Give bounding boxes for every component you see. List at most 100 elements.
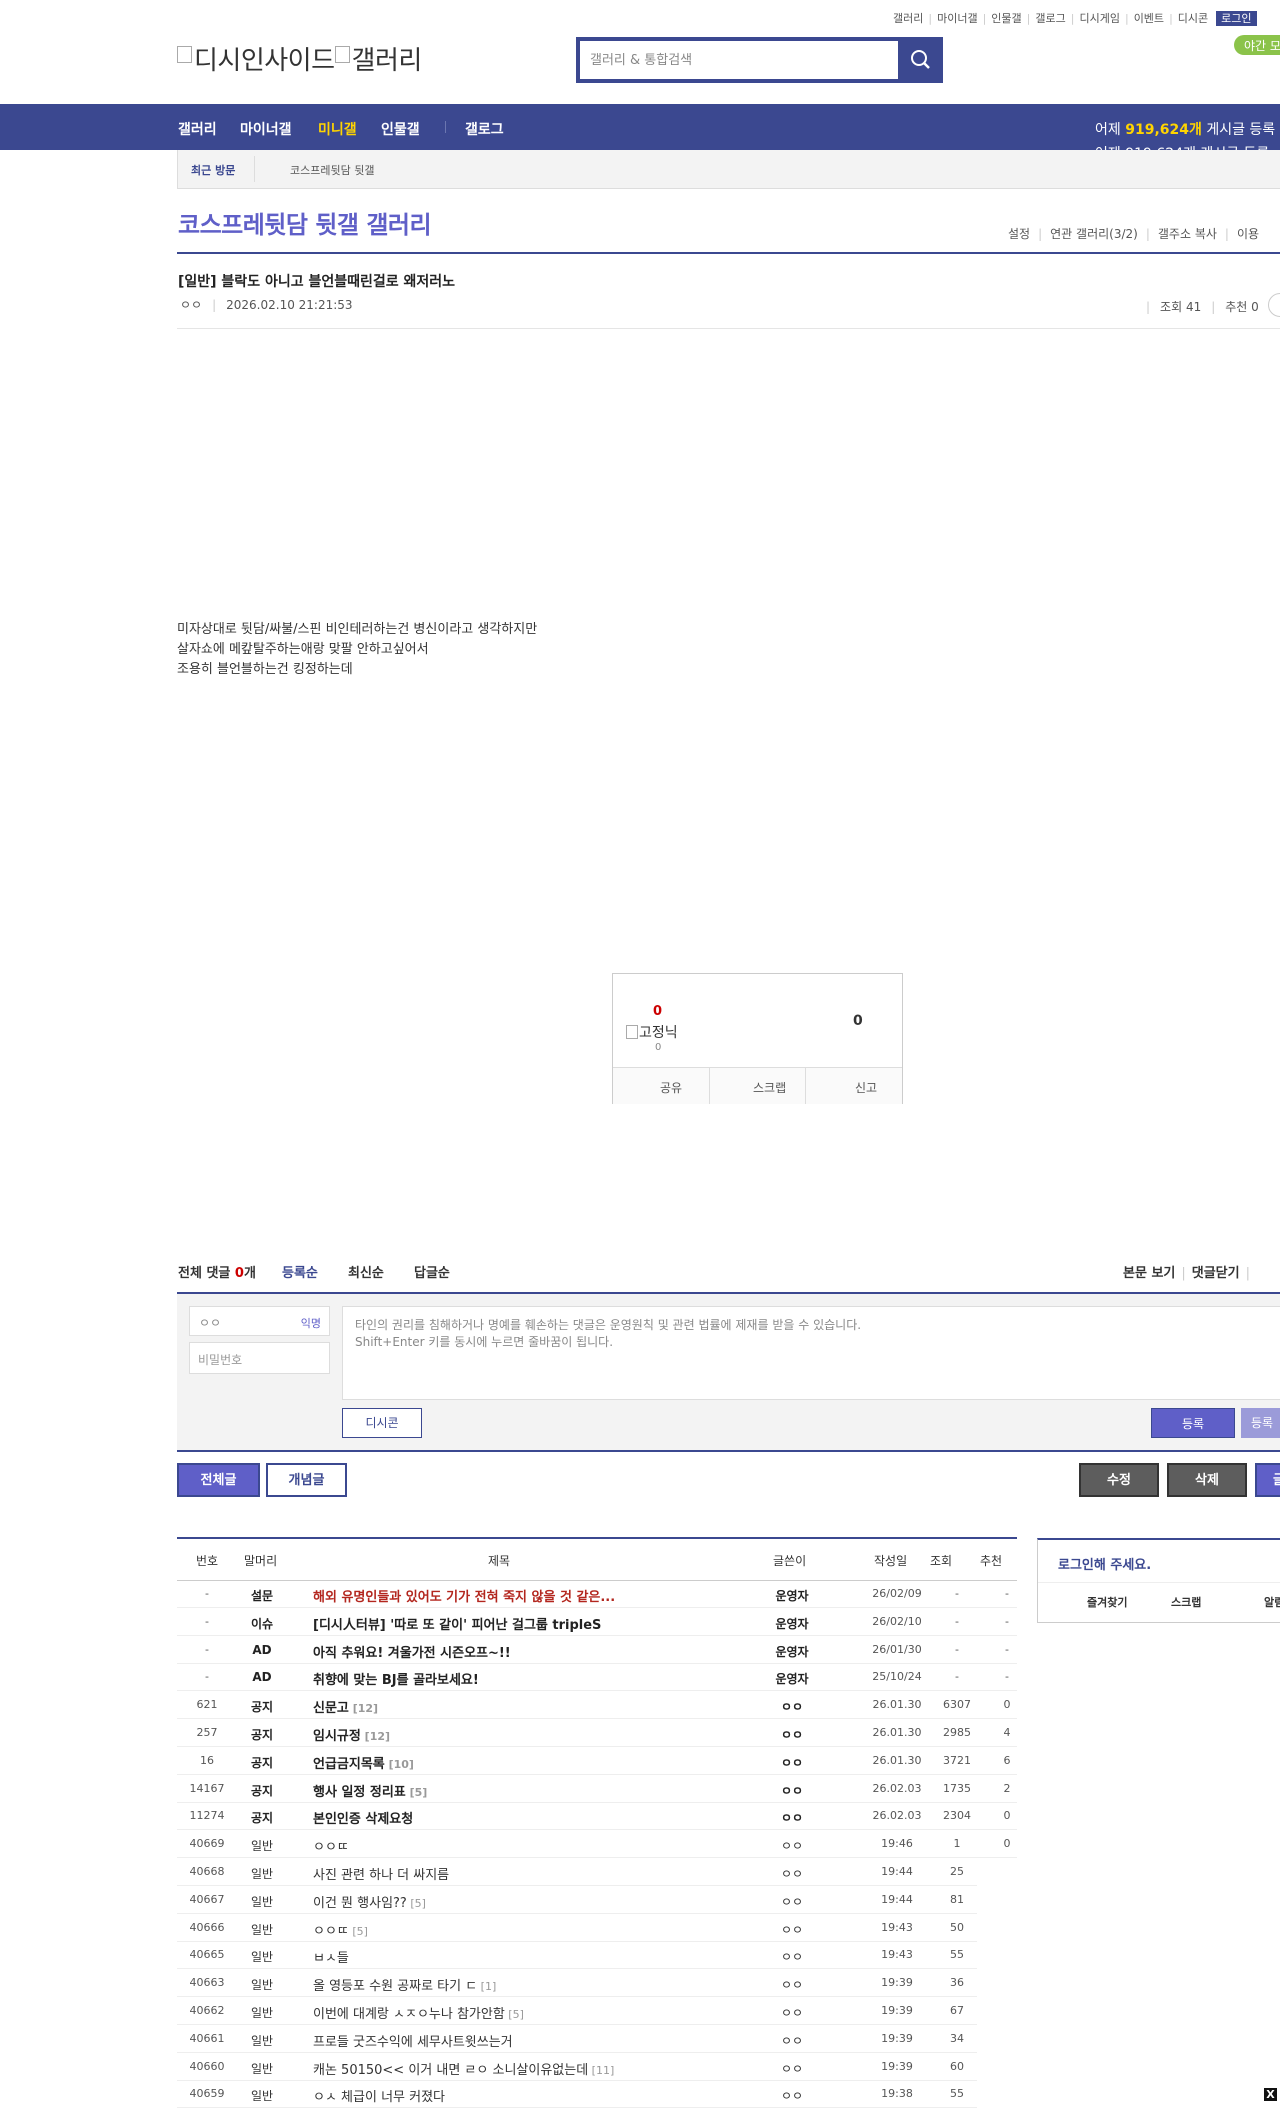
related-gallery-link[interactable]: 연관 갤러리(3/2) xyxy=(1050,227,1138,241)
row-title[interactable]: ㅇㅇㄸ [5] xyxy=(313,1920,368,1939)
nav-item-mini[interactable]: 미니갤 xyxy=(318,119,357,139)
row-writer[interactable]: 운영자 xyxy=(762,1670,822,1687)
table-row[interactable]: 40669 일반 ㅇㅇㄸ ㅇㅇ 19:46 1 0 xyxy=(177,1829,1017,1859)
post-option-button[interactable] xyxy=(1268,293,1280,317)
nav-item-gallog[interactable]: 갤로그 xyxy=(465,119,504,139)
row-title[interactable]: 캐논 50150<< 이거 내면 ㄹㅇ 소니살이유없는데 [11] xyxy=(313,2059,614,2078)
row-writer[interactable]: ㅇㅇ xyxy=(762,1865,822,1882)
row-title[interactable]: 행사 일정 정리표 [5] xyxy=(313,1781,427,1800)
close-icon[interactable]: X xyxy=(1264,2088,1277,2101)
report-button[interactable]: 신고 xyxy=(855,1079,877,1096)
table-row[interactable]: 621 공지 신문고 [12] ㅇㅇ 26.01.30 6307 0 xyxy=(177,1690,1017,1720)
table-row[interactable]: 11274 공지 본인인증 삭제요청 ㅇㅇ 26.02.03 2304 0 xyxy=(177,1801,1017,1831)
row-title[interactable]: 올 영등포 수원 공짜로 타기 ㄷ [1] xyxy=(313,1975,496,1994)
reply-count[interactable]: [5] xyxy=(407,1897,426,1910)
row-writer[interactable]: ㅇㅇ xyxy=(762,1837,822,1854)
gallery-title[interactable]: 코스프레뒷담 뒷갤 갤러리 xyxy=(178,205,432,240)
concept-posts-button[interactable]: 개념글 xyxy=(266,1463,347,1497)
row-writer[interactable]: ㅇㅇ xyxy=(762,2060,822,2077)
row-title[interactable]: [디시人터뷰] '따로 또 같이' 피어난 걸그룹 tripleS xyxy=(313,1614,601,1633)
close-comments-link[interactable]: 댓글닫기 xyxy=(1192,1266,1240,1281)
comment-textarea[interactable]: 타인의 권리를 침해하거나 명예를 훼손하는 댓글은 운영원칙 및 관련 법률에… xyxy=(342,1306,1280,1400)
scrap-link[interactable]: 스크랩 xyxy=(1171,1594,1201,1610)
util-link[interactable]: 갤러리 xyxy=(893,12,923,25)
row-writer[interactable]: ㅇㅇ xyxy=(762,1976,822,1993)
row-title[interactable]: 사진 관련 하나 더 싸지름 xyxy=(313,1864,449,1883)
sort-latest[interactable]: 최신순 xyxy=(348,1262,384,1281)
row-title[interactable]: 프로들 굿즈수익에 세무사트윗쓰는거 xyxy=(313,2031,513,2050)
util-link[interactable]: 디시콘 xyxy=(1178,12,1208,25)
comment-submit-button[interactable]: 등록 xyxy=(1151,1408,1235,1438)
table-row[interactable]: - AD 아직 추워요! 겨울가전 시즌오프~!! 운영자 26/01/30 - - xyxy=(177,1635,1017,1664)
reply-count[interactable]: [1] xyxy=(477,1980,497,1993)
nav-item-person[interactable]: 인물갤 xyxy=(381,119,420,139)
row-writer[interactable]: 운영자 xyxy=(762,1643,822,1660)
search-button[interactable] xyxy=(898,37,943,83)
row-title[interactable]: ㅇㅇㄸ xyxy=(313,1836,349,1855)
row-writer[interactable]: ㅇㅇ xyxy=(762,2087,822,2104)
comment-password-field[interactable]: 비밀번호 xyxy=(189,1342,330,1374)
sort-registered[interactable]: 등록순 xyxy=(282,1262,318,1281)
row-writer[interactable]: ㅇㅇ xyxy=(762,1698,822,1715)
dccon-button[interactable]: 디시콘 xyxy=(342,1408,422,1438)
util-link[interactable]: 인물갤 xyxy=(991,12,1021,25)
sort-replies[interactable]: 답글순 xyxy=(414,1262,450,1281)
usage-link[interactable]: 이용 xyxy=(1237,227,1259,241)
table-row[interactable]: 40666 일반 ㅇㅇㄸ [5] ㅇㅇ 19:43 50 xyxy=(177,1913,977,1942)
row-writer[interactable]: ㅇㅇ xyxy=(762,1921,822,1938)
table-row[interactable]: 40660 일반 캐논 50150<< 이거 내면 ㄹㅇ 소니살이유없는데 [11]… xyxy=(177,2052,977,2081)
row-writer[interactable]: ㅇㅇ xyxy=(762,1893,822,1910)
nav-item-gallery[interactable]: 갤러리 xyxy=(178,119,217,139)
table-row[interactable]: 40663 일반 올 영등포 수원 공짜로 타기 ㄷ [1] ㅇㅇ 19:39 36 xyxy=(177,1968,977,1998)
row-writer[interactable]: 운영자 xyxy=(762,1587,822,1604)
row-writer[interactable]: ㅇㅇ xyxy=(762,1782,822,1799)
downvote-count[interactable]: 0 xyxy=(853,1013,863,1029)
table-row[interactable]: 40662 일반 이번에 대계랑 ㅅㅈㅇ누나 참가안함 [5] ㅇㅇ 19:39 67 xyxy=(177,1996,977,2025)
row-title[interactable]: 취향에 맞는 BJ를 골라보세요! xyxy=(313,1669,479,1688)
nav-item-minor[interactable]: 마이너갤 xyxy=(240,119,292,139)
reply-count[interactable]: [10] xyxy=(385,1758,414,1771)
row-title[interactable]: 이건 뭔 행사임?? [5] xyxy=(313,1892,426,1911)
util-link[interactable]: 마이너갤 xyxy=(937,12,977,25)
all-posts-button[interactable]: 전체글 xyxy=(177,1463,260,1497)
row-writer[interactable]: ㅇㅇ xyxy=(762,2032,822,2049)
view-body-link[interactable]: 본문 보기 xyxy=(1123,1266,1175,1281)
copy-url-link[interactable]: 갤주소 복사 xyxy=(1158,227,1217,241)
write-button[interactable]: 글 xyxy=(1255,1463,1280,1497)
site-logo[interactable]: 디시인사이드 갤러리 xyxy=(177,40,422,77)
table-row[interactable]: 40667 일반 이건 뭔 행사임?? [5] ㅇㅇ 19:44 81 xyxy=(177,1885,977,1914)
reply-count[interactable]: [5] xyxy=(505,2008,524,2021)
row-title[interactable]: 임시규정 [12] xyxy=(313,1725,390,1744)
comment-name-field[interactable]: ㅇㅇ 익명 xyxy=(189,1306,330,1336)
post-author[interactable]: ㅇㅇ xyxy=(180,298,202,312)
share-button[interactable]: 공유 xyxy=(660,1079,682,1096)
util-link[interactable]: 디시게임 xyxy=(1079,12,1119,25)
search-input[interactable] xyxy=(580,41,898,79)
table-row[interactable]: - 설문 해외 유명인들과 있어도 기가 전혀 죽지 않을 것 같은... 운영자 26… xyxy=(177,1579,1017,1608)
reply-count[interactable]: [5] xyxy=(349,1925,368,1938)
recent-visit-item[interactable]: 코스프레뒷담 뒷갤 xyxy=(290,162,374,178)
table-row[interactable]: - 이슈 [디시人터뷰] '따로 또 같이' 피어난 걸그룹 tripleS 운영자 2… xyxy=(177,1607,1017,1636)
login-button[interactable]: 로그인 xyxy=(1216,11,1257,26)
row-title[interactable]: 신문고 [12] xyxy=(313,1697,378,1716)
night-mode-toggle[interactable]: 야간 모 xyxy=(1234,35,1280,55)
table-row[interactable]: 257 공지 임시규정 [12] ㅇㅇ 26.01.30 2985 4 xyxy=(177,1718,1017,1747)
edit-button[interactable]: 수정 xyxy=(1079,1463,1159,1497)
row-title[interactable]: 본인인증 삭제요청 xyxy=(313,1808,413,1827)
row-title[interactable]: 언급금지목록 [10] xyxy=(313,1753,414,1772)
row-title[interactable]: 이번에 대계랑 ㅅㅈㅇ누나 참가안함 [5] xyxy=(313,2003,524,2022)
reply-count[interactable]: [5] xyxy=(406,1786,428,1799)
row-title[interactable]: ㅂㅅ들 xyxy=(313,1947,349,1966)
util-link[interactable]: 갤로그 xyxy=(1035,12,1065,25)
table-row[interactable]: 40668 일반 사진 관련 하나 더 싸지름 ㅇㅇ 19:44 25 xyxy=(177,1857,977,1886)
row-writer[interactable]: ㅇㅇ xyxy=(762,1948,822,1965)
reply-count[interactable]: [12] xyxy=(349,1702,378,1715)
row-writer[interactable]: ㅇㅇ xyxy=(762,2004,822,2021)
comment-submit-alt-button[interactable]: 등록 xyxy=(1241,1408,1280,1438)
table-row[interactable]: 14167 공지 행사 일정 정리표 [5] ㅇㅇ 26.02.03 1735 2 xyxy=(177,1774,1017,1803)
row-title[interactable]: 해외 유명인들과 있어도 기가 전혀 죽지 않을 것 같은... xyxy=(313,1586,615,1605)
table-row[interactable]: 16 공지 언급금지목록 [10] ㅇㅇ 26.01.30 3721 6 xyxy=(177,1746,1017,1775)
alarm-link[interactable]: 알림 xyxy=(1264,1594,1280,1610)
row-writer[interactable]: ㅇㅇ xyxy=(762,1754,822,1771)
settings-link[interactable]: 설정 xyxy=(1008,227,1030,241)
